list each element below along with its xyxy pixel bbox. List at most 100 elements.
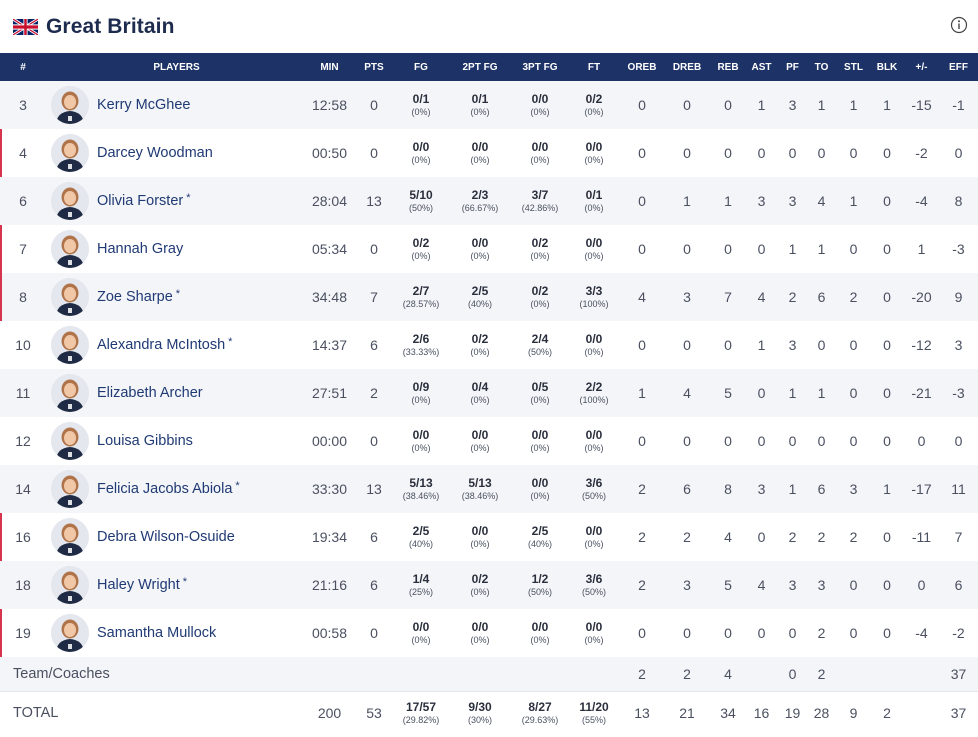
player-row: 11 Elizabeth Archer 27:51 2 0/9 (0%) 0/4 (0%) 0/… [0, 369, 978, 417]
ft-pct: (50%) [581, 586, 606, 597]
stat-blk: 1 [883, 97, 891, 113]
stat-pf: 0 [788, 433, 797, 449]
ft-made: 3/6 [585, 571, 603, 586]
stat-reb: 4 [724, 665, 732, 682]
stat-oreb: 2 [638, 529, 646, 545]
minutes: 200 [317, 705, 342, 722]
team-coaches-label: Team/Coaches [13, 665, 110, 682]
ft-pct: (0%) [584, 538, 604, 549]
player-name-link[interactable]: Felicia Jacobs Abiola [97, 481, 232, 497]
stat-eff: 3 [954, 337, 963, 353]
stat-blk: 0 [883, 529, 891, 545]
ft: 0/2 (0%) [566, 81, 622, 129]
stat-pm: -21 [911, 385, 932, 401]
player-name-link[interactable]: Darcey Woodman [97, 145, 213, 161]
stat-pf: 3 [788, 97, 797, 113]
ft: 0/0 (0%) [566, 417, 622, 465]
stat-dreb: 0 [683, 241, 691, 257]
stat-stl: 0 [849, 577, 858, 593]
column-header[interactable]: STL [837, 53, 870, 81]
player-name-link[interactable]: Elizabeth Archer [97, 385, 203, 401]
fg2-made: 2/5 [471, 283, 489, 298]
column-header[interactable]: 2PT FG [446, 53, 514, 81]
minutes: 21:16 [311, 577, 348, 593]
column-header[interactable]: FG [396, 53, 446, 81]
fg3-made: 0/5 [531, 379, 549, 394]
stat-stl: 0 [849, 337, 858, 353]
stat-ast: 1 [757, 97, 766, 113]
empty-cell [870, 657, 904, 691]
stat-eff: 7 [954, 529, 963, 545]
column-header[interactable]: PF [779, 53, 806, 81]
fg-pct: (0%) [411, 394, 431, 405]
stat-pf: 3 [788, 193, 797, 209]
column-header[interactable]: BLK [870, 53, 904, 81]
jersey-number: 7 [0, 225, 46, 273]
fg2: 0/1 (0%) [446, 81, 514, 129]
player-name-link[interactable]: Debra Wilson-Osuide [97, 529, 235, 545]
player-name-link[interactable]: Kerry McGhee [97, 97, 190, 113]
player-name-link[interactable]: Haley Wright [97, 577, 180, 593]
stat-stl: 0 [849, 625, 858, 641]
ft: 0/0 (0%) [566, 609, 622, 657]
fg3: 8/27 (29.63%) [514, 691, 566, 735]
stat-stl: 9 [849, 705, 858, 722]
stat-ast: 0 [757, 385, 766, 401]
fg2-pct: (0%) [470, 394, 490, 405]
fg: 2/5 (40%) [396, 513, 446, 561]
points: 0 [370, 433, 378, 449]
column-header[interactable]: FT [566, 53, 622, 81]
ft-made: 0/1 [585, 187, 603, 202]
column-header[interactable]: REB [712, 53, 744, 81]
column-header[interactable]: AST [744, 53, 779, 81]
column-header[interactable]: PLAYERS [46, 53, 307, 81]
ft-pct: (55%) [581, 714, 606, 725]
stat-blk: 0 [883, 241, 891, 257]
stat-stl: 1 [849, 97, 858, 113]
stat-reb: 0 [724, 241, 732, 257]
fg-pct: (25%) [408, 586, 433, 597]
starter-marker: * [235, 480, 240, 492]
fg3-made: 2/5 [531, 523, 549, 538]
ft: 0/0 (0%) [566, 129, 622, 177]
column-header[interactable]: PTS [352, 53, 396, 81]
fg2-pct: (0%) [470, 346, 490, 357]
minutes: 12:58 [311, 97, 348, 113]
points: 7 [370, 289, 378, 305]
team-title: Great Britain [46, 14, 175, 38]
minutes: 14:37 [311, 337, 348, 353]
player-name-link[interactable]: Olivia Forster [97, 193, 183, 209]
ft-made: 0/0 [585, 331, 603, 346]
column-header[interactable]: TO [806, 53, 837, 81]
minutes: 00:58 [311, 625, 348, 641]
column-header[interactable]: DREB [662, 53, 712, 81]
info-icon[interactable] [950, 16, 968, 34]
fg2-pct: (0%) [470, 154, 490, 165]
player-name-link[interactable]: Hannah Gray [97, 241, 183, 257]
fg2-made: 0/2 [471, 331, 489, 346]
player-name-link[interactable]: Samantha Mullock [97, 625, 216, 641]
column-header[interactable]: # [0, 53, 46, 81]
player-name-link[interactable]: Louisa Gibbins [97, 433, 193, 449]
jersey-number: 12 [15, 433, 31, 449]
ft-made: 3/3 [585, 283, 603, 298]
minutes: 28:04 [311, 193, 348, 209]
stat-blk: 0 [883, 145, 891, 161]
column-header[interactable]: OREB [622, 53, 662, 81]
starter-marker: * [175, 288, 181, 300]
column-header[interactable]: 3PT FG [514, 53, 566, 81]
fg: 0/2 (0%) [396, 225, 446, 273]
column-header[interactable]: EFF [939, 53, 978, 81]
ft-pct: (50%) [581, 490, 606, 501]
fg3: 0/0 (0%) [514, 465, 566, 513]
fg2-pct: (0%) [470, 250, 490, 261]
player-name-link[interactable]: Zoe Sharpe [97, 289, 173, 305]
column-header[interactable]: +/- [904, 53, 939, 81]
column-header[interactable]: MIN [307, 53, 352, 81]
fg2-made: 5/13 [468, 475, 492, 490]
player-headshot [51, 86, 89, 124]
stat-dreb: 21 [679, 705, 695, 722]
player-name-link[interactable]: Alexandra McIntosh [97, 337, 225, 353]
empty-cell [904, 691, 939, 735]
fg-made: 2/7 [412, 283, 430, 298]
